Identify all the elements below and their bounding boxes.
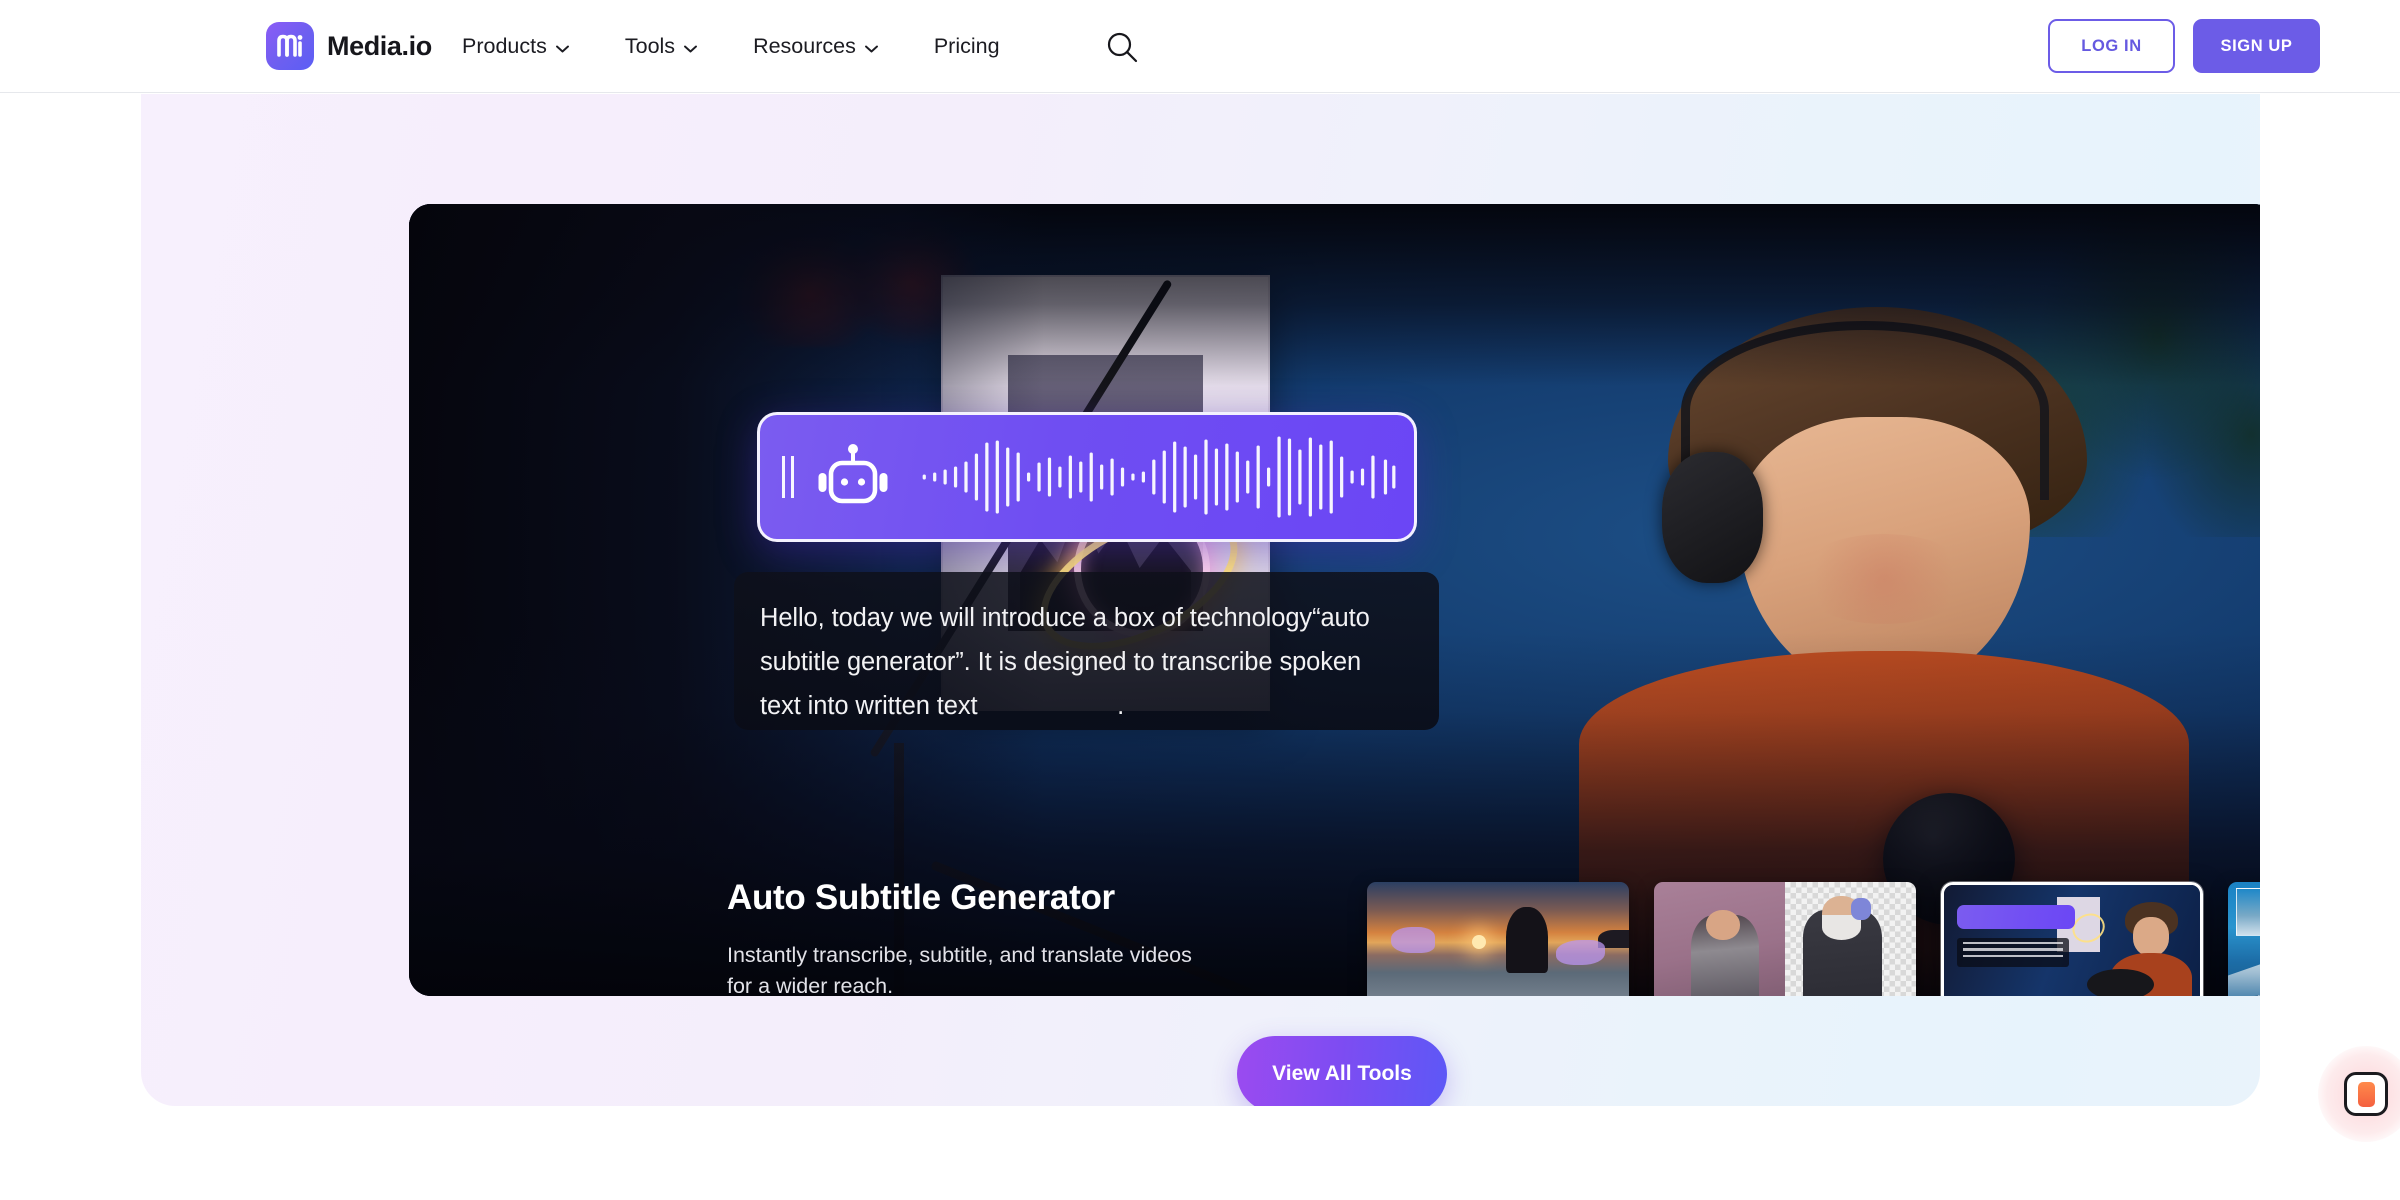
person-right-headphones (1850, 898, 1872, 920)
zoom-inset-preview (2235, 888, 2260, 937)
media-io-logo-icon (266, 22, 314, 70)
logo-text: Media.io (327, 30, 432, 61)
thumbnail-ai-object-remover[interactable]: AI Object Remover (1367, 882, 1629, 996)
nav-label: Tools (624, 34, 676, 58)
nav-label: Resources (753, 34, 856, 58)
person-face (2133, 917, 2170, 957)
subtitle-line: text into written text . (760, 692, 1125, 720)
site-header: Media.io Products Tools Resources Pricin… (0, 0, 2400, 93)
search-icon[interactable] (1105, 30, 1139, 64)
thumbnail-image (1367, 882, 1629, 996)
subtitle-line: subtitle generator”. It is designed to t… (760, 648, 1362, 676)
chat-flame-glyph (2357, 1081, 2375, 1107)
view-all-tools-button[interactable]: View All Tools (1237, 1036, 1447, 1106)
nav-item-resources[interactable]: Resources (753, 34, 878, 59)
nav-item-products[interactable]: Products (462, 34, 569, 59)
sun (1471, 934, 1486, 949)
nav-label: Pricing (933, 34, 1000, 58)
chevron-down-icon (864, 45, 878, 52)
thumbnail-image (2228, 882, 2260, 996)
audio-waveform (922, 436, 1396, 518)
audio-waveform-widget (1956, 905, 2075, 930)
subtitle-caption-box (1956, 937, 2070, 967)
main-nav: Products Tools Resources Pricing (462, 0, 1056, 93)
auth-actions: LOG IN SIGN UP (2048, 19, 2320, 73)
robot-icon (818, 444, 888, 504)
hero-description: Instantly transcribe, subtitle, and tran… (727, 940, 1192, 996)
thumbnail-ai-video-enhancer[interactable]: AI Video Enhancer (2228, 882, 2260, 996)
subtitle-line: Hello, today we will introduce a box of … (760, 604, 1370, 632)
signup-button[interactable]: SIGN UP (2193, 19, 2320, 73)
microphone (2087, 969, 2154, 996)
hero-description-line: Instantly transcribe, subtitle, and tran… (727, 943, 1192, 967)
headphone-cup (1661, 451, 1764, 583)
hero-card[interactable]: Hello, today we will introduce a box of … (409, 204, 2260, 996)
subtitle-caption-box: Hello, today we will introduce a box of … (734, 572, 1439, 730)
nav-label: Products (462, 34, 547, 58)
logo[interactable]: Media.io (266, 22, 432, 70)
chat-support-icon[interactable] (2318, 1046, 2400, 1142)
hero-description-line: for a wider reach. (727, 974, 894, 996)
tool-thumbnail-list: AI Object Remover AI Background Remover (1367, 882, 2260, 996)
chevron-down-icon (684, 45, 698, 52)
thumbnail-auto-subtitle-generator[interactable]: Auto Subtitle Generator (1941, 882, 2203, 996)
tools-section-panel: Hello, today we will introduce a box of … (141, 94, 2260, 1106)
thumbnail-image (1654, 882, 1916, 996)
login-button[interactable]: LOG IN (2048, 19, 2175, 73)
selection-brush-mask (1390, 927, 1436, 953)
audio-waveform-widget[interactable] (757, 412, 1417, 542)
hero-title: Auto Subtitle Generator (727, 878, 1115, 917)
person-cheek (1795, 534, 1973, 624)
nav-item-pricing[interactable]: Pricing (934, 34, 1000, 59)
rock-object (1505, 907, 1548, 973)
person-left-head (1706, 909, 1741, 940)
thumbnail-ai-background-remover[interactable]: AI Background Remover (1654, 882, 1916, 996)
chevron-down-icon (555, 45, 569, 52)
search-glyph (1107, 32, 1138, 63)
nav-item-tools[interactable]: Tools (624, 34, 698, 59)
chat-icon-badge (2344, 1072, 2388, 1116)
thumbnail-image (1941, 882, 2203, 996)
logo-m-glyph (277, 34, 303, 57)
pause-icon[interactable] (782, 456, 794, 498)
selection-brush-mask (1555, 939, 1606, 966)
